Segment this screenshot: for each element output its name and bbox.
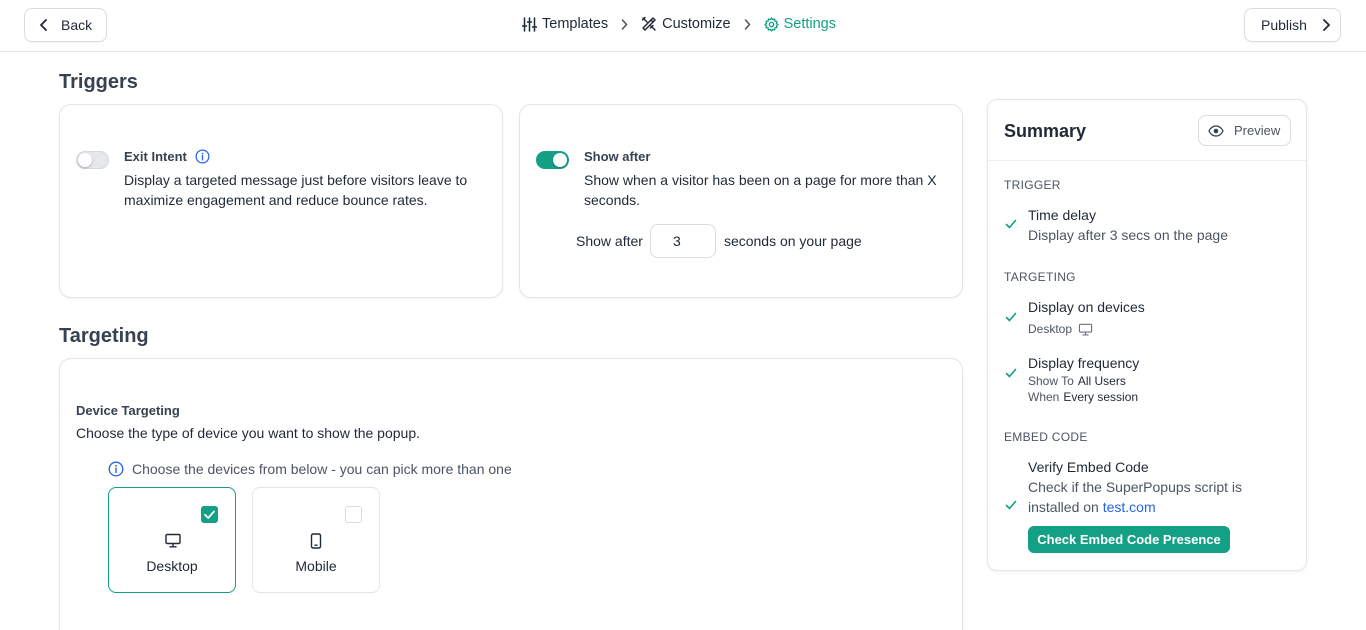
breadcrumb-templates-label: Templates [542, 16, 609, 32]
delay-seconds-input[interactable] [649, 224, 716, 258]
targeting-title: Targeting [59, 325, 149, 347]
exit-intent-toggle[interactable] [76, 151, 109, 169]
desktop-checkbox[interactable] [201, 506, 218, 523]
back-button[interactable]: Back [24, 8, 107, 42]
check-icon [1005, 500, 1017, 510]
summary-devices-value: Desktop [1028, 322, 1093, 336]
check-icon [1005, 219, 1017, 229]
exit-intent-description: Display a targeted message just before v… [124, 172, 468, 208]
chevron-right-icon [621, 18, 628, 30]
summary-header: Summary Preview [988, 100, 1306, 161]
summary-time-delay-desc: Display after 3 secs on the page [1028, 227, 1229, 243]
summary-targeting-heading: TARGETING [1004, 270, 1076, 284]
triggers-title: Triggers [59, 71, 138, 93]
mobile-icon [310, 533, 322, 549]
summary-when: When Every session [1028, 390, 1139, 404]
info-icon [108, 461, 124, 477]
summary-show-to: Show To All Users [1028, 374, 1126, 388]
publish-button[interactable]: Publish [1244, 8, 1341, 42]
breadcrumb-settings-label: Settings [783, 16, 836, 32]
summary-trigger-heading: TRIGGER [1004, 178, 1061, 192]
desktop-icon [1078, 323, 1093, 336]
check-icon [1005, 312, 1017, 322]
gear-icon [763, 16, 779, 32]
check-icon [1005, 368, 1017, 378]
device-targeting-description: Choose the type of device you want to sh… [76, 425, 421, 441]
summary-verify-domain-row: installed on test.com [1028, 499, 1156, 515]
publish-label: Publish [1261, 17, 1307, 33]
breadcrumb-templates[interactable]: Templates [522, 16, 608, 32]
delay-prefix: Show after [576, 233, 643, 249]
show-after-description: Show when a visitor has been on a page f… [584, 172, 937, 208]
device-info-text: Choose the devices from below - you can … [132, 461, 512, 477]
breadcrumb-customize-label: Customize [662, 16, 731, 32]
summary-frequency-title: Display frequency [1028, 355, 1140, 371]
breadcrumb: Templates Customize Settings [522, 16, 836, 32]
eye-icon [1208, 124, 1224, 137]
mobile-label: Mobile [295, 558, 337, 574]
desktop-icon [165, 533, 181, 548]
domain-link[interactable]: test.com [1103, 499, 1156, 515]
summary-title: Summary [1004, 121, 1087, 141]
breadcrumb-customize[interactable]: Customize [641, 16, 731, 32]
device-targeting-card: Device Targeting Choose the type of devi… [59, 358, 963, 630]
show-after-card: Show after Show when a visitor has been … [519, 104, 963, 298]
device-option-mobile[interactable]: Mobile [252, 487, 380, 593]
mobile-checkbox[interactable] [345, 506, 362, 523]
chevron-right-icon [744, 18, 751, 30]
back-label: Back [61, 17, 93, 33]
device-targeting-title: Device Targeting [76, 403, 180, 418]
show-after-toggle[interactable] [536, 151, 569, 169]
check-embed-code-button[interactable]: Check Embed Code Presence [1028, 526, 1230, 553]
summary-panel: Summary Preview TRIGGER Time delay Displ… [987, 99, 1307, 571]
device-option-desktop[interactable]: Desktop [108, 487, 236, 593]
delay-row: Show after seconds on your page [576, 224, 862, 258]
exit-intent-title: Exit Intent [124, 149, 210, 164]
summary-devices-title: Display on devices [1028, 299, 1145, 315]
sliders-icon [522, 16, 537, 32]
info-icon[interactable] [195, 149, 210, 164]
check-icon [204, 510, 215, 519]
device-info-row: Choose the devices from below - you can … [108, 459, 512, 479]
summary-time-delay-title: Time delay [1028, 207, 1096, 223]
tools-icon [641, 16, 656, 31]
preview-label: Preview [1234, 123, 1281, 138]
top-bar: Back Templates Customize Settings Publis… [0, 0, 1366, 52]
desktop-label: Desktop [146, 558, 198, 574]
chevron-right-icon [1323, 19, 1330, 31]
breadcrumb-settings[interactable]: Settings [763, 16, 836, 32]
preview-button[interactable]: Preview [1198, 115, 1291, 146]
summary-verify-desc: Check if the SuperPopups script is [1028, 479, 1242, 495]
delay-suffix: seconds on your page [723, 233, 862, 249]
summary-verify-title: Verify Embed Code [1028, 459, 1149, 475]
show-after-title: Show after [584, 149, 651, 164]
summary-embed-heading: EMBED CODE [1004, 430, 1088, 444]
exit-intent-card: Exit Intent Display a targeted message j… [59, 104, 503, 298]
chevron-left-icon [40, 19, 47, 31]
